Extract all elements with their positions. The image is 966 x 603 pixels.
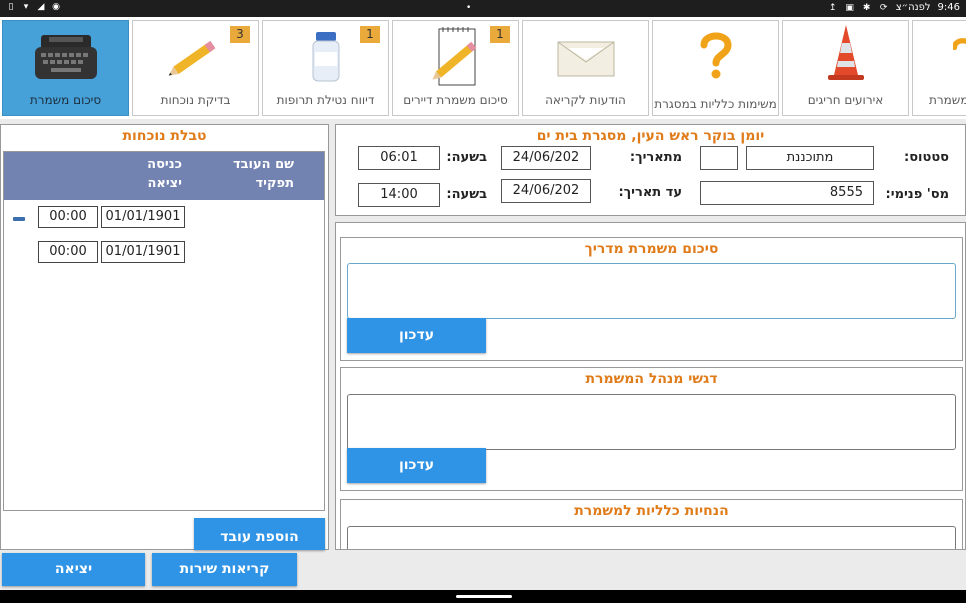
attendance-grid-header: שם העובד תפקיד כניסה יציאה [4, 152, 324, 200]
clock-suffix: לפנה״צ [895, 2, 931, 13]
sync-icon: ⟳ [879, 2, 888, 13]
tab-label: סיכום משמרת דיירים [403, 93, 508, 107]
col-employee-name: שם העובד [232, 157, 294, 172]
tab-label: בדיקת נוכחות [160, 93, 231, 107]
tab-messages-to-read[interactable]: הודעות לקריאה [522, 20, 649, 116]
system-status-bar: ▯ ▾ ◢ ◉ • ↥ ▣ ✱ ⟳ לפנה״צ 9:46 [0, 0, 966, 17]
tab-shift-partial[interactable]: משמרת [912, 20, 966, 116]
notification-dot-icon: • [466, 2, 472, 13]
journal-title: יומן בוקר ראש העין, מסגרת בית ים [536, 128, 765, 144]
attendance-title: טבלת נוכחות [122, 128, 207, 144]
app-root: { "status_bar": { "time": "9:46", "time_… [0, 0, 966, 603]
attendance-panel: טבלת נוכחות שם העובד תפקיד כניסה יציאה 0… [0, 124, 329, 550]
notepad-pencil-icon [393, 26, 518, 85]
from-time-field[interactable]: 06:01 [358, 146, 440, 170]
entry-time-cell[interactable]: 00:00 [38, 206, 98, 228]
section-general-instructions: הנחיות כלליות למשמרת [340, 499, 963, 549]
journal-header-panel: יומן בוקר ראש העין, מסגרת בית ים סטטוס: … [335, 124, 966, 216]
status-label: סטטוס: [904, 150, 949, 165]
eye-icon: ◉ [52, 2, 60, 12]
signal-icon: ◢ [37, 2, 45, 12]
guide-summary-textarea[interactable] [347, 263, 956, 319]
tab-shift-summary[interactable]: סיכום משמרת [2, 20, 129, 116]
internal-number-label: מס' פנימי: [885, 187, 949, 202]
usb-icon: ↥ [828, 2, 837, 13]
from-time-label: בשעה: [446, 150, 487, 165]
tab-exceptional-events[interactable]: אירועים חריגים [782, 20, 909, 116]
exit-time-cell[interactable]: 00:00 [38, 241, 98, 263]
tab-attendance-check[interactable]: 3 בדיקת נוכחות [132, 20, 259, 116]
service-calls-button[interactable]: קריאות שירות [152, 553, 297, 586]
exit-button[interactable]: יציאה [2, 553, 145, 586]
to-date-field[interactable]: 24/06/202 [501, 179, 591, 203]
col-exit: יציאה [147, 176, 182, 191]
section-guide-summary: סיכום משמרת מדריך עדכון [340, 237, 963, 361]
tab-label: הודעות לקריאה [545, 93, 626, 107]
typewriter-icon [3, 29, 128, 84]
exit-date-cell[interactable]: 01/01/1901 [101, 241, 185, 263]
status-left-icons: ▯ ▾ ◢ ◉ [6, 2, 61, 12]
general-instructions-textarea[interactable] [347, 526, 956, 549]
internal-number-field[interactable]: 8555 [700, 181, 874, 205]
pencil-icon [133, 29, 258, 84]
notes-sections-scroll[interactable]: סיכום משמרת מדריך עדכון דגשי מנהל המשמרת… [335, 222, 966, 550]
tab-general-tasks[interactable]: משימות כלליות במסגרת [652, 20, 779, 116]
manager-notes-update-button[interactable]: עדכון [347, 448, 486, 483]
add-employee-button[interactable]: הוספת עובד [194, 518, 325, 550]
status-field[interactable]: מתוכננת [746, 146, 874, 170]
tab-label: דיווח נטילת תרופות [276, 93, 375, 107]
tab-medication-report[interactable]: 1 דיווח נטילת תרופות [262, 20, 389, 116]
pill-bottle-icon [263, 29, 388, 84]
home-gesture-pill[interactable] [456, 595, 512, 598]
status-extra-field[interactable] [700, 146, 738, 170]
tab-label: משימות כלליות במסגרת [654, 97, 777, 111]
from-date-field[interactable]: 24/06/202 [501, 146, 591, 170]
clock: 9:46 [937, 2, 960, 13]
wifi-icon: ▾ [23, 2, 29, 12]
col-entry: כניסה [147, 157, 182, 172]
envelope-icon [523, 29, 648, 84]
col-role: תפקיד [255, 176, 294, 191]
entry-date-cell[interactable]: 01/01/1901 [101, 206, 185, 228]
from-date-label: מתאריך: [629, 150, 682, 165]
to-date-label: עד תאריך: [618, 185, 682, 200]
question-mark-icon [653, 27, 778, 82]
section-manager-notes: דגשי מנהל המשמרת עדכון [340, 367, 963, 491]
tab-label: משמרת [929, 93, 966, 107]
tab-residents-shift-summary[interactable]: 1 סיכום משמרת דיירים [392, 20, 519, 116]
tab-label: סיכום משמרת [29, 93, 102, 107]
section-title: הנחיות כלליות למשמרת [574, 503, 729, 519]
to-time-field[interactable]: 14:00 [358, 183, 440, 207]
battery-icon: ▯ [8, 2, 14, 12]
status-right: • ↥ ▣ ✱ ⟳ לפנה״צ 9:46 [464, 2, 960, 13]
remove-row-icon[interactable] [13, 217, 25, 221]
settings-icon: ✱ [862, 2, 871, 13]
section-title: דגשי מנהל המשמרת [585, 371, 718, 387]
section-title: סיכום משמרת מדריך [584, 241, 719, 257]
module-tab-bar: סיכום משמרת 3 בדיקת נוכחות 1 דיווח נטילת… [0, 17, 966, 119]
attendance-grid[interactable]: שם העובד תפקיד כניסה יציאה 01/01/1901 00… [3, 151, 325, 511]
image-icon: ▣ [845, 2, 854, 13]
traffic-cone-icon [783, 24, 908, 80]
to-time-label: בשעה: [446, 187, 487, 202]
system-nav-bar [0, 590, 966, 603]
manager-notes-textarea[interactable] [347, 394, 956, 450]
question-mark-icon [913, 27, 966, 82]
tab-label: אירועים חריגים [807, 93, 884, 107]
guide-summary-update-button[interactable]: עדכון [347, 318, 486, 353]
